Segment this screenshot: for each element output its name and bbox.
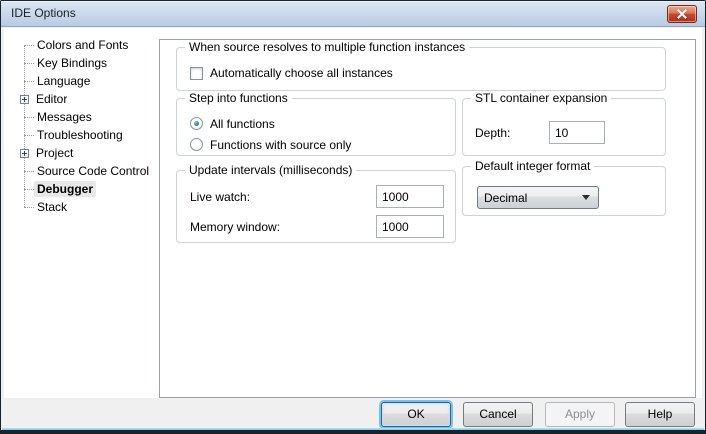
depth-input[interactable] <box>549 121 605 144</box>
tree-connector <box>24 45 34 46</box>
tree-item-label: Key Bindings <box>34 55 110 71</box>
group-title: When source resolves to multiple functio… <box>185 40 469 54</box>
auto-choose-checkbox[interactable] <box>190 67 203 80</box>
window-bottom-border <box>1 430 705 433</box>
group-default-integer-format: Default integer format Decimal <box>462 166 666 216</box>
memory-window-field-row: Memory window: <box>190 215 444 238</box>
checkbox-label: Automatically choose all instances <box>210 66 393 80</box>
tree-item-troubleshooting[interactable]: Troubleshooting <box>8 126 158 144</box>
tree-connector <box>24 117 34 118</box>
sidebar-tree: Colors and Fonts Key Bindings Language E… <box>8 36 158 216</box>
tree-item-editor[interactable]: Editor <box>8 90 158 108</box>
tree-item-language[interactable]: Language <box>8 72 158 90</box>
radio-all-functions[interactable]: All functions <box>190 113 351 134</box>
group-title: Update intervals (milliseconds) <box>185 163 356 177</box>
tree-item-label: Source Code Control <box>34 163 152 179</box>
tree-connector <box>24 207 34 208</box>
group-title: STL container expansion <box>471 91 611 105</box>
tree-connector <box>24 171 34 172</box>
radio-functions-with-source-only[interactable]: Functions with source only <box>190 134 351 155</box>
plus-box-icon[interactable] <box>20 149 29 158</box>
window-title: IDE Options <box>11 1 76 26</box>
tree-item-label: Colors and Fonts <box>34 37 131 53</box>
dialog-client-area: Colors and Fonts Key Bindings Language E… <box>4 28 702 398</box>
group-multiple-instances: When source resolves to multiple functio… <box>176 47 666 91</box>
tree-connector <box>24 63 34 64</box>
group-step-into-functions: Step into functions All functions Functi… <box>176 98 456 156</box>
tree-item-key-bindings[interactable]: Key Bindings <box>8 54 158 72</box>
tree-connector <box>24 135 34 136</box>
tree-item-messages[interactable]: Messages <box>8 108 158 126</box>
tree-item-label: Debugger <box>34 181 96 197</box>
tree-item-label: Messages <box>34 109 95 125</box>
live-watch-field-row: Live watch: <box>190 185 444 208</box>
group-title: Default integer format <box>471 159 594 173</box>
tree-item-label: Language <box>34 73 93 89</box>
close-icon <box>677 9 687 19</box>
group-stl-container-expansion: STL container expansion Depth: <box>462 98 666 156</box>
integer-format-selected-value: Decimal <box>484 191 582 205</box>
apply-button: Apply <box>545 402 615 427</box>
chevron-down-icon <box>582 195 590 200</box>
close-button[interactable] <box>667 5 697 23</box>
depth-label: Depth: <box>475 126 549 140</box>
tree-item-project[interactable]: Project <box>8 144 158 162</box>
depth-field-row: Depth: <box>475 121 605 144</box>
step-into-options: All functions Functions with source only <box>190 113 351 155</box>
tree-item-label: Stack <box>34 199 70 215</box>
tree-item-debugger[interactable]: Debugger <box>8 180 158 198</box>
live-watch-label: Live watch: <box>190 190 250 204</box>
memory-window-input[interactable] <box>376 215 444 238</box>
tree-item-label: Troubleshooting <box>34 127 126 143</box>
radio-button-icon[interactable] <box>190 117 203 130</box>
integer-format-select[interactable]: Decimal <box>477 186 599 209</box>
tree-item-label: Project <box>33 145 76 161</box>
auto-choose-checkbox-row[interactable]: Automatically choose all instances <box>190 66 393 80</box>
tree-item-colors-and-fonts[interactable]: Colors and Fonts <box>8 36 158 54</box>
ide-options-dialog: IDE Options Colors and Fonts Key Binding… <box>0 0 706 434</box>
cancel-button[interactable]: Cancel <box>463 402 533 427</box>
help-button[interactable]: Help <box>625 402 695 427</box>
group-update-intervals: Update intervals (milliseconds) Live wat… <box>176 170 456 243</box>
tree-item-stack[interactable]: Stack <box>8 198 158 216</box>
plus-box-icon[interactable] <box>20 95 29 104</box>
titlebar[interactable]: IDE Options <box>1 1 705 27</box>
radio-button-icon[interactable] <box>190 138 203 151</box>
settings-panel: When source resolves to multiple functio… <box>159 39 696 398</box>
radio-label: Functions with source only <box>210 138 351 152</box>
tree-connector <box>24 81 34 82</box>
group-title: Step into functions <box>185 91 292 105</box>
ok-button[interactable]: OK <box>381 402 451 427</box>
live-watch-input[interactable] <box>376 185 444 208</box>
tree-item-label: Editor <box>33 91 70 107</box>
memory-window-label: Memory window: <box>190 220 280 234</box>
radio-label: All functions <box>210 117 275 131</box>
tree-item-source-code-control[interactable]: Source Code Control <box>8 162 158 180</box>
tree-connector <box>24 189 34 190</box>
